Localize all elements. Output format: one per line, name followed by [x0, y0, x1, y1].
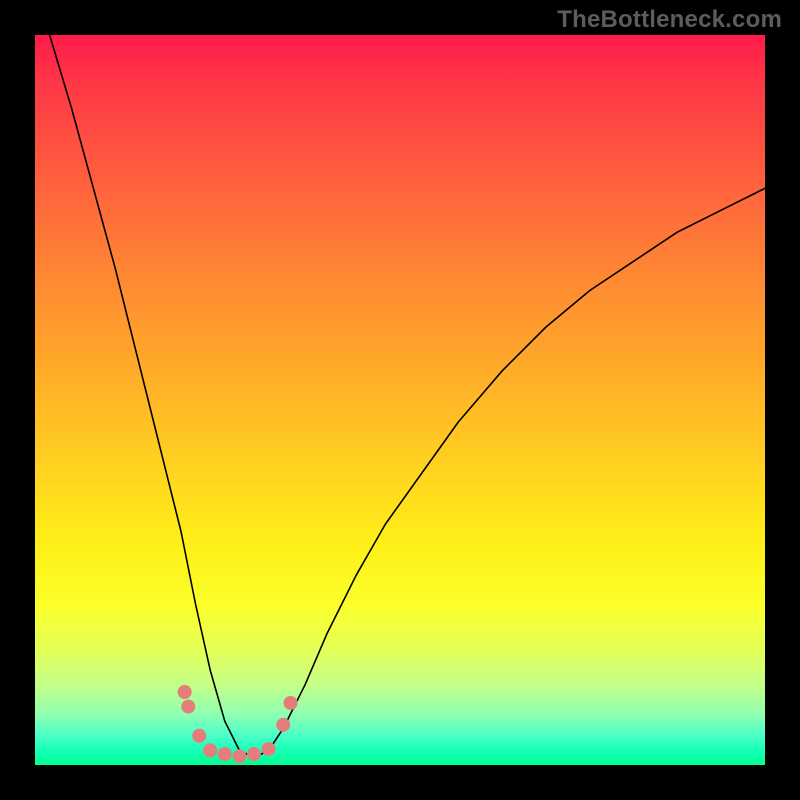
data-dot [218, 747, 232, 761]
data-dot [276, 718, 290, 732]
watermark-text: TheBottleneck.com [557, 6, 782, 34]
data-dot [192, 729, 206, 743]
chart-svg [35, 35, 765, 765]
bottleneck-curve [50, 35, 765, 758]
plot-area [35, 35, 765, 765]
data-dot [178, 685, 192, 699]
data-dot [203, 743, 217, 757]
data-dot [247, 747, 261, 761]
data-dot [181, 700, 195, 714]
trough-dots [178, 685, 298, 763]
data-dot [232, 749, 246, 763]
data-dot [262, 742, 276, 756]
data-dot [284, 696, 298, 710]
outer-frame: TheBottleneck.com [0, 0, 800, 800]
